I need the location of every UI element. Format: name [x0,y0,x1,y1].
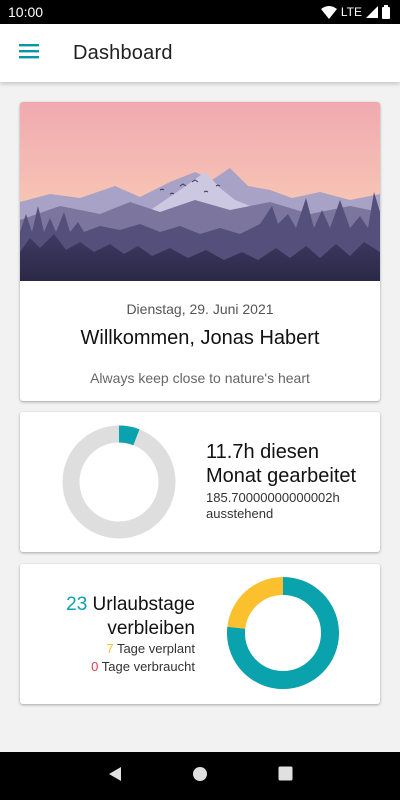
vacation-donut-chart [227,577,339,689]
welcome-greeting: Willkommen, Jonas Habert [80,327,320,349]
menu-icon [19,43,39,64]
vacation-used-number: 0 [91,659,99,674]
menu-button[interactable] [0,24,58,82]
system-nav-bar [0,752,400,800]
recents-button[interactable] [265,756,305,796]
dashboard-content[interactable]: Dienstag, 29. Juni 2021 Willkommen, Jona… [0,82,400,752]
network-type: LTE [340,5,362,19]
vacation-remaining: 23 Urlaubstage verbleiben [30,593,195,641]
recents-icon [278,766,293,786]
vacation-planned: 7 Tage verplant [30,641,195,656]
vacation-used: 0 Tage verbraucht [30,659,195,674]
welcome-date: Dienstag, 29. Juni 2021 [126,301,274,317]
wifi-icon [320,5,337,19]
back-button[interactable] [95,756,135,796]
status-icons: LTE [320,5,390,19]
work-donut-remaining-ring [62,425,176,539]
vacation-card: 23 Urlaubstage verbleiben 7 Tage verplan… [20,564,380,704]
status-bar: 10:00 LTE [0,0,400,24]
work-hours-text: 11.7h diesen Monat gearbeitet [206,441,357,487]
vacation-remaining-label: Urlaubstage verbleiben [92,594,195,639]
work-pending-text: 185.70000000000002h ausstehend [206,490,340,521]
back-icon [107,766,123,787]
app-bar: Dashboard [0,24,400,82]
status-time: 10:00 [8,4,44,20]
vacation-planned-label: Tage verplant [116,641,195,656]
battery-icon [382,5,390,19]
vacation-used-label: Tage verbraucht [101,659,195,674]
home-icon [192,766,208,787]
vacation-planned-number: 7 [106,641,114,656]
welcome-quote: Always keep close to nature's heart [90,370,310,386]
home-button[interactable] [180,756,220,796]
vacation-remaining-number: 23 [66,594,88,615]
welcome-card: Dienstag, 29. Juni 2021 Willkommen, Jona… [20,102,380,401]
work-hours-donut-chart [62,425,176,539]
work-hours-card: 11.7h diesen Monat gearbeitet 185.700000… [20,412,380,552]
cellular-signal-icon [366,6,378,18]
page-title: Dashboard [73,41,173,64]
mountain-landscape-illustration [20,102,380,281]
